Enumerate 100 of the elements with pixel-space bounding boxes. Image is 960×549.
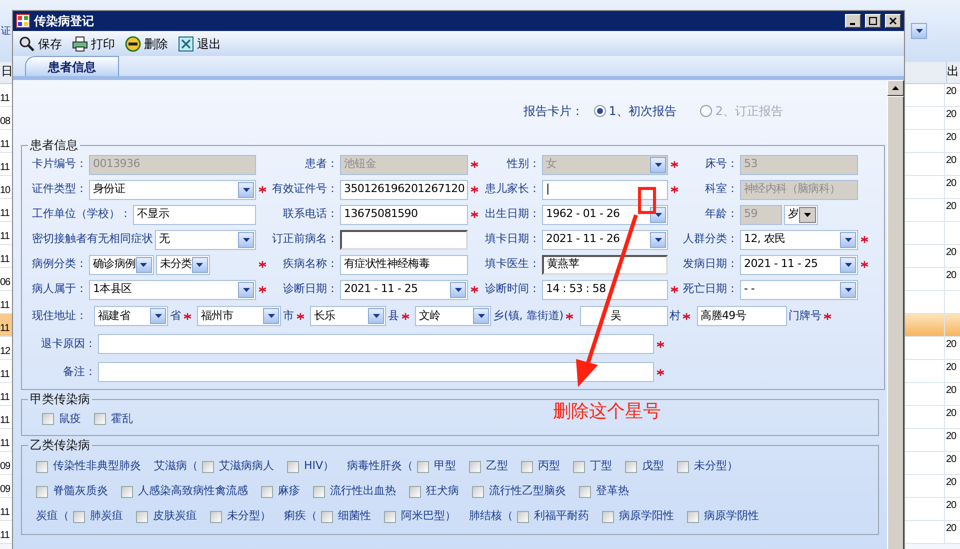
dropdown-field[interactable]: 文岭 (415, 306, 491, 326)
input-field[interactable] (98, 362, 654, 382)
dropdown-button[interactable] (150, 308, 166, 324)
checkbox-option[interactable]: 病原学阳性 (602, 508, 674, 525)
scroll-up-button[interactable] (887, 80, 904, 96)
dropdown-field[interactable]: 福建省 (94, 306, 168, 326)
checkbox[interactable] (521, 460, 534, 472)
maximize-button[interactable] (865, 14, 881, 28)
checkbox[interactable] (313, 486, 325, 498)
checkbox[interactable] (469, 460, 482, 472)
checkbox[interactable] (42, 413, 54, 425)
checkbox-option[interactable]: 甲型 (417, 458, 456, 475)
dropdown-field[interactable]: 1本县区 (89, 280, 256, 300)
dropdown-button[interactable] (840, 256, 856, 272)
toolbar-button[interactable]: 保存 (19, 34, 62, 52)
radio-option[interactable]: 1、初次报告 (594, 102, 676, 120)
checkbox[interactable] (417, 460, 430, 472)
dropdown-button[interactable] (368, 308, 384, 324)
input-field[interactable]: 14 : 53 : 58 (542, 280, 668, 300)
toolbar-button[interactable]: 打印 (72, 34, 115, 52)
checkbox-option[interactable]: 鼠疫 (42, 410, 81, 428)
dropdown-field[interactable]: 12, 农民 (740, 230, 858, 250)
checkbox-option[interactable]: 丙型 (521, 458, 560, 475)
date-picker[interactable]: - - (740, 280, 858, 300)
checkbox[interactable] (472, 486, 484, 498)
checkbox-option[interactable]: 流行性出血热 (313, 483, 396, 500)
checkbox[interactable] (73, 510, 85, 522)
input-field[interactable] (340, 230, 468, 250)
toolbar-button[interactable]: 退出 (178, 34, 221, 52)
checkbox-option[interactable]: 传染性非典型肺炎 (36, 458, 141, 475)
checkbox-option[interactable]: 利福平耐药 (517, 508, 589, 525)
input-field[interactable]: 高塍49号 (696, 306, 787, 326)
checkbox[interactable] (210, 510, 222, 522)
checkbox[interactable] (517, 510, 529, 522)
minimize-button[interactable] (845, 14, 861, 28)
checkbox-option[interactable]: HIV） (287, 458, 334, 475)
checkbox-option[interactable]: 皮肤炭疽 (136, 508, 197, 525)
checkbox[interactable] (321, 510, 333, 522)
date-picker[interactable]: 1962 - 01 - 26 (542, 204, 668, 224)
checkbox[interactable] (409, 486, 421, 498)
dropdown-button[interactable] (650, 232, 666, 248)
dropdown-button[interactable] (473, 308, 489, 324)
checkbox-option[interactable]: 阿米巴型） (384, 508, 456, 525)
dropdown-button[interactable] (136, 256, 152, 272)
checkbox[interactable] (287, 460, 299, 472)
input-field[interactable]: 不显示 (133, 204, 256, 224)
checkbox-option[interactable]: 未分型） (210, 508, 271, 525)
dropdown-field[interactable]: 岁 (784, 204, 818, 224)
input-field[interactable]: 有症状性神经梅毒 (340, 254, 468, 274)
dropdown-button[interactable] (840, 282, 856, 298)
checkbox[interactable] (36, 486, 48, 498)
checkbox-option[interactable]: 乙型 (469, 458, 508, 475)
checkbox[interactable] (677, 460, 690, 472)
dropdown-button[interactable] (192, 256, 208, 272)
checkbox[interactable] (687, 510, 699, 522)
checkbox-option[interactable]: 人感染高致病性禽流感 (121, 483, 248, 500)
checkbox-option[interactable]: 肺炭疽 (73, 508, 123, 525)
checkbox[interactable] (625, 460, 638, 472)
checkbox[interactable] (202, 460, 214, 472)
dropdown-field[interactable]: 长乐 (310, 306, 386, 326)
close-button[interactable] (885, 14, 901, 28)
input-field[interactable] (98, 334, 654, 354)
dropdown-button[interactable] (238, 232, 254, 248)
dropdown-field[interactable]: 福州市 (197, 306, 281, 326)
dropdown-button[interactable] (911, 23, 927, 39)
toolbar-button[interactable]: 删除 (125, 34, 168, 52)
checkbox-option[interactable]: 登革热 (579, 483, 629, 500)
dropdown-field[interactable]: 无 (155, 230, 256, 250)
checkbox[interactable] (384, 510, 396, 522)
dropdown-field[interactable]: 未分类 (156, 254, 210, 274)
dropdown-button[interactable] (238, 182, 254, 198)
dropdown-button[interactable] (798, 206, 816, 222)
date-picker[interactable]: 2021 - 11 - 25 (340, 280, 468, 300)
input-field[interactable]: 黄燕苹 (542, 254, 668, 274)
input-field[interactable]: 350126196201267120 (340, 180, 468, 200)
dropdown-button[interactable] (450, 282, 466, 298)
dropdown-button[interactable] (840, 232, 856, 248)
checkbox[interactable] (261, 486, 273, 498)
checkbox[interactable] (602, 510, 614, 522)
checkbox-option[interactable]: 病原学阴性 (687, 508, 759, 525)
checkbox[interactable] (573, 460, 586, 472)
input-field[interactable]: | (542, 180, 668, 200)
dropdown-field[interactable]: 确诊病例 (89, 254, 154, 274)
checkbox[interactable] (579, 486, 591, 498)
input-field[interactable]: 吴 (580, 306, 668, 326)
checkbox[interactable] (136, 510, 148, 522)
dropdown-field[interactable]: 身份证 (89, 180, 256, 200)
dropdown-button[interactable] (238, 282, 254, 298)
checkbox-option[interactable]: 细菌性 (321, 508, 371, 525)
tab[interactable]: 患者信息 (25, 56, 119, 76)
checkbox-option[interactable]: 霍乱 (94, 410, 133, 428)
checkbox-option[interactable]: 麻疹 (261, 483, 300, 500)
checkbox[interactable] (121, 486, 133, 498)
radio-button[interactable] (594, 105, 606, 117)
checkbox-option[interactable]: 脊髓灰质炎 (36, 483, 108, 500)
checkbox-option[interactable]: 流行性乙型脑炎 (472, 483, 566, 500)
input-field[interactable]: 13675081590 (340, 204, 468, 224)
checkbox[interactable] (94, 413, 106, 425)
date-picker[interactable]: 2021 - 11 - 25 (740, 254, 858, 274)
checkbox-option[interactable]: 戊型 (625, 458, 664, 475)
